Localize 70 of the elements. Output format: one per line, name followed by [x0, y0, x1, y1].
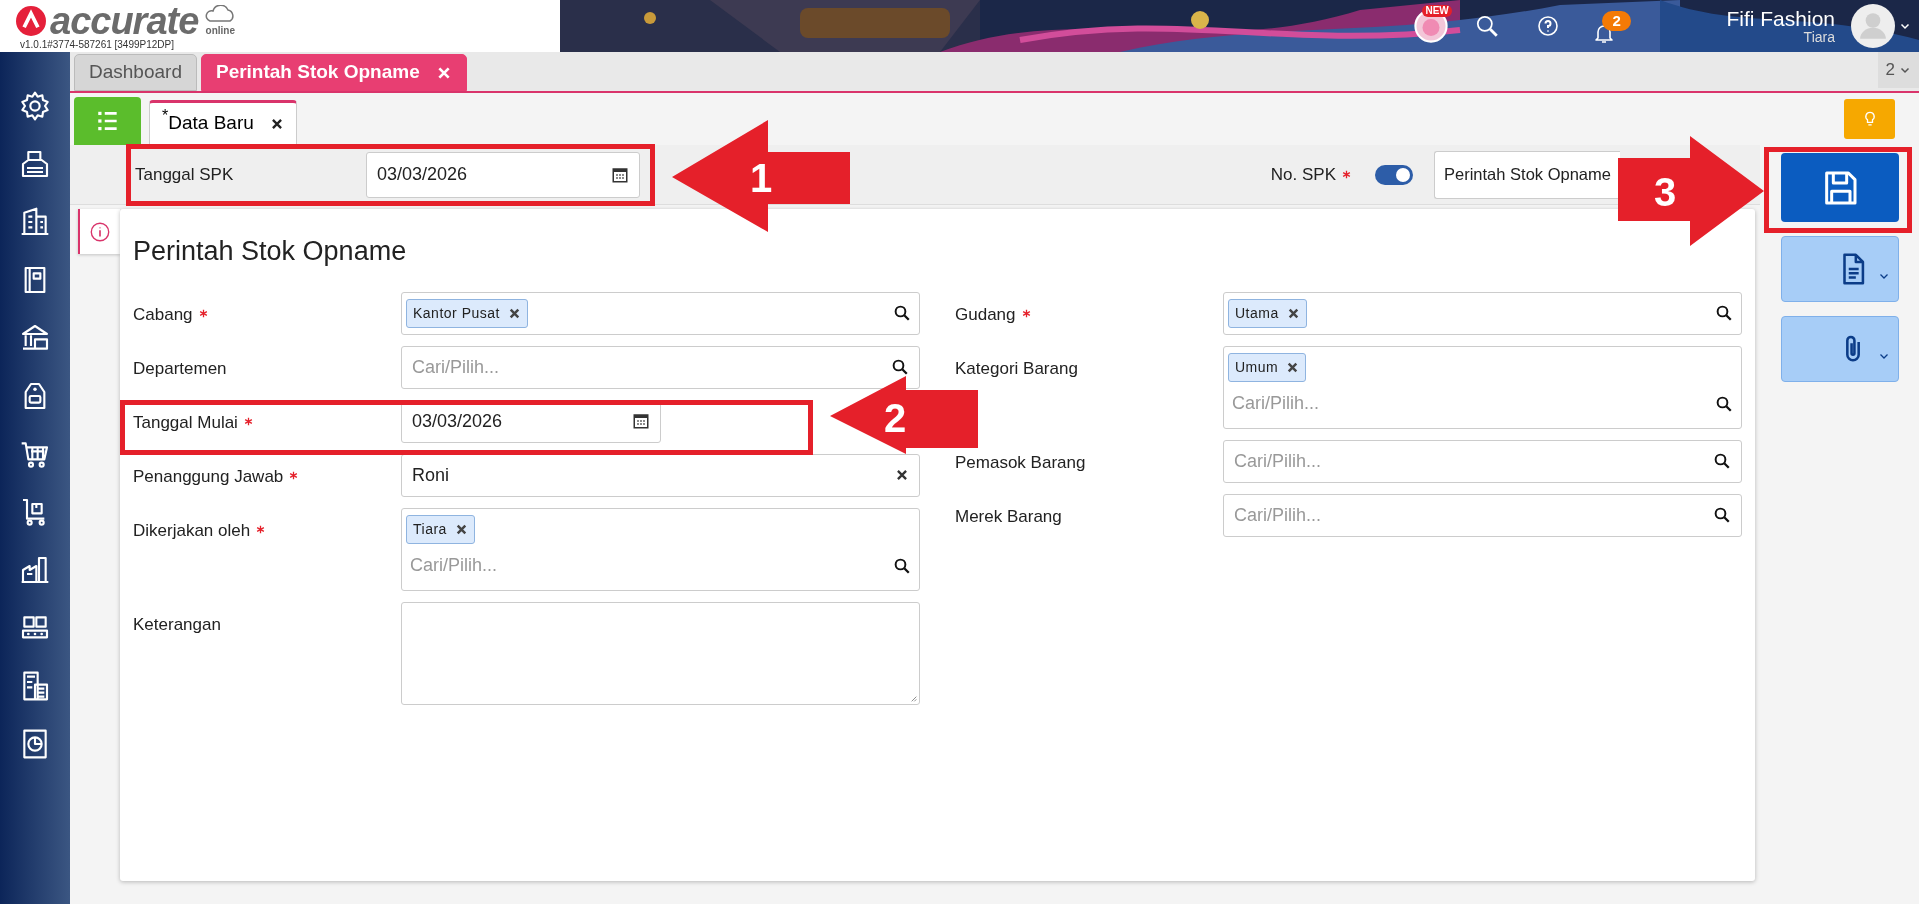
date-field[interactable]: 03/03/2026: [366, 151, 640, 198]
search-icon[interactable]: [893, 556, 911, 575]
field-label: Penanggung Jawab: [133, 465, 284, 488]
search-icon[interactable]: [1713, 506, 1731, 524]
notification-badge: 2: [1602, 11, 1631, 31]
factory-icon[interactable]: [19, 554, 51, 586]
tag-input-field[interactable]: Utama: [1223, 291, 1742, 335]
remove-icon[interactable]: [1286, 360, 1300, 374]
remove-icon[interactable]: [507, 306, 521, 320]
placeholder-text: Cari/Pilih...: [1234, 503, 1322, 527]
clear-icon[interactable]: [895, 468, 909, 482]
text-field[interactable]: Roni: [401, 453, 920, 497]
search-icon[interactable]: [893, 304, 911, 322]
new-badge: NEW: [1422, 5, 1452, 17]
step-number: 3: [1654, 172, 1677, 212]
gear-icon[interactable]: [19, 90, 51, 122]
user-avatar[interactable]: [1851, 4, 1895, 48]
field-label: Tanggal Mulai: [133, 411, 238, 434]
tag-input-field[interactable]: Kantor Pusat: [401, 291, 920, 335]
form-title: Perintah Stok Opname: [133, 235, 408, 268]
printer-icon[interactable]: [19, 148, 51, 180]
document-menu-button[interactable]: [1780, 236, 1899, 302]
search-icon[interactable]: [1715, 304, 1733, 322]
tag-chip[interactable]: Tiara: [406, 514, 475, 544]
placeholder-text: Cari/Pilih...: [1234, 449, 1322, 473]
field-label: No. SPK: [1270, 163, 1336, 186]
field-label: Pemasok Barang: [955, 451, 1086, 474]
tag-chip[interactable]: Kantor Pusat: [406, 298, 528, 328]
company-name: Fifi Fashion: [1726, 6, 1835, 30]
info-icon[interactable]: [89, 220, 111, 243]
user-name: Tiara: [1802, 29, 1835, 46]
tab-count-dropdown[interactable]: 2: [1877, 52, 1919, 88]
building-icon[interactable]: [19, 206, 51, 238]
toggle-switch[interactable]: [1375, 164, 1413, 185]
step-number: 2: [884, 398, 907, 438]
field-label: Kategori Barang: [955, 357, 1078, 380]
placeholder-text: Cari/Pilih...: [412, 355, 500, 379]
help-icon[interactable]: [1536, 14, 1561, 38]
placeholder-text: Cari/Pilih...: [410, 554, 498, 577]
field-label: Dikerjakan oleh: [133, 519, 251, 542]
search-icon[interactable]: [1713, 452, 1731, 470]
tab[interactable]: $^{*}$Data Baru: [149, 100, 297, 145]
tab[interactable]: Perintah Stok Opname: [200, 54, 467, 91]
field-label: Merek Barang: [955, 505, 1062, 528]
version-text: v1.0.1#3774-587261 [3499P12DP]: [20, 40, 175, 50]
tag-chip[interactable]: Umum: [1228, 352, 1307, 382]
tag-input-field[interactable]: Tiara Cari/Pilih...: [401, 507, 920, 591]
field-label: Keterangan: [133, 613, 221, 636]
logo-subtitle: online: [205, 23, 236, 38]
select-field[interactable]: Perintah Stok Opname: [1434, 150, 1620, 199]
calendar-icon[interactable]: [611, 165, 629, 184]
field-label: Departemen: [133, 357, 227, 380]
field-label: Gudang: [955, 303, 1016, 326]
tag-input-field[interactable]: Umum Cari/Pilih...: [1223, 345, 1742, 429]
remove-icon[interactable]: [454, 522, 468, 536]
save-button[interactable]: [1780, 153, 1899, 222]
logo-text: accurate: [50, 2, 199, 40]
placeholder-text: Cari/Pilih...: [1232, 392, 1320, 415]
close-icon[interactable]: [269, 116, 284, 131]
attachment-menu-button[interactable]: [1780, 316, 1899, 382]
calendar-icon[interactable]: [632, 412, 650, 430]
remove-icon[interactable]: [1286, 306, 1300, 320]
field-label: Cabang: [133, 303, 193, 326]
tab[interactable]: Dashboard: [74, 54, 197, 91]
step-number: 1: [750, 158, 773, 198]
field-label: Tanggal SPK: [135, 163, 235, 186]
search-icon[interactable]: [891, 358, 909, 376]
logo-icon: [16, 6, 46, 36]
search-icon[interactable]: [1715, 394, 1733, 413]
tag-chip[interactable]: Utama: [1228, 298, 1307, 328]
